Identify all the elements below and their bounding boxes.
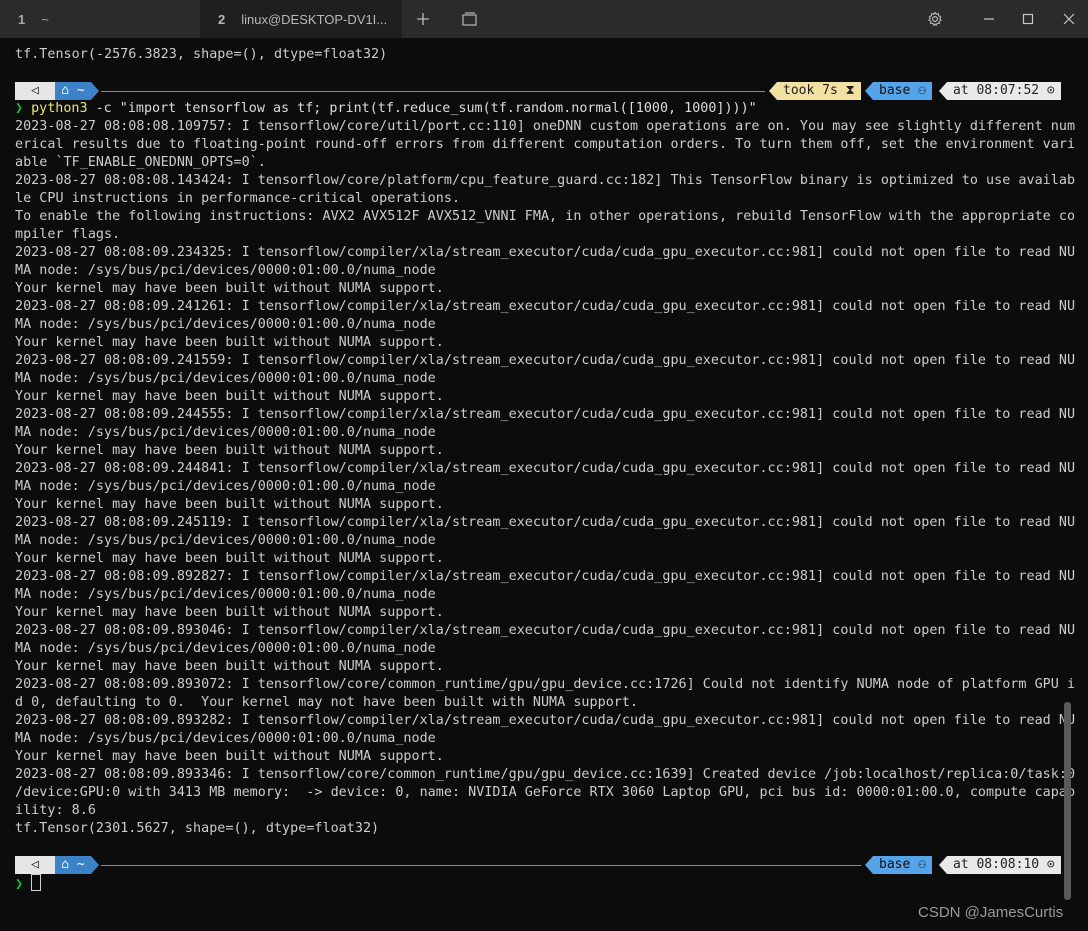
output-line: MA node: /sys/bus/pci/devices/0000:01:00… xyxy=(15,425,436,440)
prompt-divider xyxy=(101,865,861,866)
time-arrow-icon xyxy=(939,82,947,100)
output-line: Your kernel may have been built without … xyxy=(15,389,444,404)
output-line: able `TF_ENABLE_ONEDNN_OPTS=0`. xyxy=(15,155,266,170)
tab-2[interactable]: 2 linux@DESKTOP-DV1I... xyxy=(200,0,402,38)
window-tabs-icon[interactable] xyxy=(456,0,482,38)
output-line: 2023-08-27 08:08:09.245119: I tensorflow… xyxy=(15,515,1076,530)
os-segment: ◁ xyxy=(15,82,55,100)
output-line: 2023-08-27 08:08:09.244555: I tensorflow… xyxy=(15,407,1076,422)
output-line: Your kernel may have been built without … xyxy=(15,497,444,512)
env-segment: base ⚇ xyxy=(873,856,932,874)
output-line: Your kernel may have been built without … xyxy=(15,605,444,620)
output-line: 2023-08-27 08:08:09.893346: I tensorflow… xyxy=(15,767,1076,782)
time-segment: at 08:08:10 ⊙ xyxy=(947,856,1061,874)
watermark-text: CSDN @JamesCurtis xyxy=(918,904,1064,921)
path-arrow-icon xyxy=(91,856,99,874)
output-line: Your kernel may have been built without … xyxy=(15,659,444,674)
terminal-output[interactable]: tf.Tensor(-2576.3823, shape=(), dtype=fl… xyxy=(15,46,1075,892)
output-line: 2023-08-27 08:08:09.244841: I tensorflow… xyxy=(15,461,1076,476)
output-line: MA node: /sys/bus/pci/devices/0000:01:00… xyxy=(15,731,436,746)
time-arrow-icon xyxy=(939,856,947,874)
title-bar: 1 ~ 2 linux@DESKTOP-DV1I... xyxy=(0,0,1088,38)
output-line: 2023-08-27 08:08:09.893072: I tensorflow… xyxy=(15,677,1076,692)
maximize-icon[interactable] xyxy=(1015,0,1041,38)
output-line: 2023-08-27 08:08:08.143424: I tensorflow… xyxy=(15,173,1076,188)
output-line: MA node: /sys/bus/pci/devices/0000:01:00… xyxy=(15,263,436,278)
output-line: MA node: /sys/bus/pci/devices/0000:01:00… xyxy=(15,371,436,386)
output-line: MA node: /sys/bus/pci/devices/0000:01:00… xyxy=(15,587,436,602)
path-arrow-icon xyxy=(91,82,99,100)
output-line: 2023-08-27 08:08:09.893282: I tensorflow… xyxy=(15,713,1076,728)
text-cursor xyxy=(31,874,42,891)
prompt-chevron-icon: ❯ xyxy=(15,101,24,116)
output-line: 2023-08-27 08:08:09.892827: I tensorflow… xyxy=(15,569,1076,584)
input-line[interactable]: ❯ xyxy=(15,874,1075,892)
command-args: -c "import tensorflow as tf; print(tf.re… xyxy=(87,101,757,116)
output-line: MA node: /sys/bus/pci/devices/0000:01:00… xyxy=(15,479,436,494)
env-segment: base ⚇ xyxy=(873,82,932,100)
output-line: Your kernel may have been built without … xyxy=(15,281,444,296)
tab-number: 1 xyxy=(18,11,26,27)
output-line: MA node: /sys/bus/pci/devices/0000:01:00… xyxy=(15,317,436,332)
output-line: Your kernel may have been built without … xyxy=(15,335,444,350)
time-segment: at 08:07:52 ⊙ xyxy=(947,82,1061,100)
env-arrow-icon xyxy=(865,82,873,100)
prompt-bar: ◁ ⌂ ~ base ⚇ at 08:08:10 ⊙ xyxy=(15,856,1075,874)
command-program: python3 xyxy=(31,101,88,116)
output-line: 2023-08-27 08:08:09.234325: I tensorflow… xyxy=(15,245,1076,260)
took-segment: took 7s ⧗ xyxy=(777,82,861,100)
output-line: To enable the following instructions: AV… xyxy=(15,209,1076,224)
output-line: Your kernel may have been built without … xyxy=(15,749,444,764)
output-line: MA node: /sys/bus/pci/devices/0000:01:00… xyxy=(15,641,436,656)
tab-label: linux@DESKTOP-DV1I... xyxy=(241,11,388,27)
output-line: 2023-08-27 08:08:09.241261: I tensorflow… xyxy=(15,299,1076,314)
tab-1[interactable]: 1 ~ xyxy=(0,0,198,38)
took-arrow-icon xyxy=(769,82,777,100)
tab-number: 2 xyxy=(218,11,226,27)
prompt-bar: ◁ ⌂ ~ took 7s ⧗ base ⚇ at 08:07:52 ⊙ xyxy=(15,82,1075,100)
env-arrow-icon xyxy=(865,856,873,874)
minimize-icon[interactable] xyxy=(976,0,1002,38)
output-line: 2023-08-27 08:08:08.109757: I tensorflow… xyxy=(15,119,1076,134)
output-line: mpiler flags. xyxy=(15,227,121,242)
output-line: ility: 8.6 xyxy=(15,803,96,818)
output-line: /device:GPU:0 with 3413 MB memory: -> de… xyxy=(15,785,1076,800)
os-segment: ◁ xyxy=(15,856,55,874)
output-line: 2023-08-27 08:08:09.893046: I tensorflow… xyxy=(15,623,1076,638)
scrollbar-thumb[interactable] xyxy=(1064,702,1071,900)
prompt-divider xyxy=(101,91,765,92)
output-line: Your kernel may have been built without … xyxy=(15,551,444,566)
path-segment: ⌂ ~ xyxy=(55,856,91,874)
output-line: tf.Tensor(2301.5627, shape=(), dtype=flo… xyxy=(15,821,380,836)
output-line: MA node: /sys/bus/pci/devices/0000:01:00… xyxy=(15,533,436,548)
output-line: le CPU instructions in performance-criti… xyxy=(15,191,461,206)
prompt-chevron-icon: ❯ xyxy=(15,877,24,892)
output-line: 2023-08-27 08:08:09.241559: I tensorflow… xyxy=(15,353,1076,368)
previous-output-line: tf.Tensor(-2576.3823, shape=(), dtype=fl… xyxy=(15,47,388,62)
tab-label: ~ xyxy=(41,11,49,27)
close-icon[interactable] xyxy=(1056,0,1082,38)
plus-icon[interactable] xyxy=(410,0,436,38)
command-output: 2023-08-27 08:08:08.109757: I tensorflow… xyxy=(15,118,1075,838)
output-line: Your kernel may have been built without … xyxy=(15,443,444,458)
command-line: ❯ python3 -c "import tensorflow as tf; p… xyxy=(15,100,1075,118)
output-line: d 0, defaulting to 0. Your kernel may no… xyxy=(15,695,639,710)
path-segment: ⌂ ~ xyxy=(55,82,91,100)
output-line: erical results due to floating-point rou… xyxy=(15,137,1076,152)
gear-icon[interactable] xyxy=(922,0,948,38)
